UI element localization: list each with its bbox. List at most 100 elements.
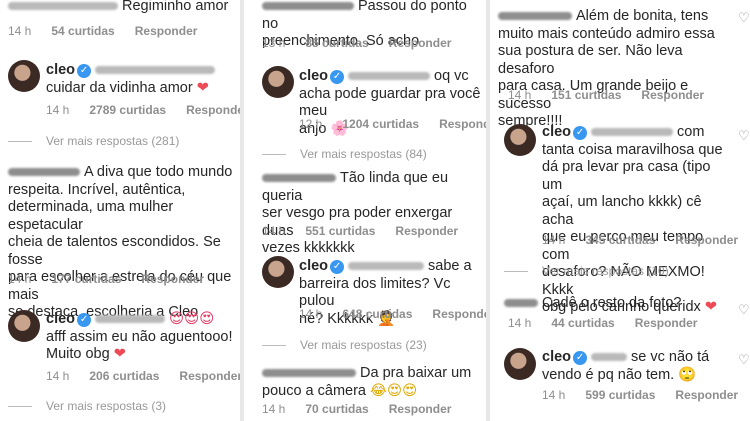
comment-time: 14 h: [262, 224, 286, 238]
blurred-username: [504, 299, 538, 308]
avatar[interactable]: [8, 310, 40, 342]
reply-comment: cleo ✓ 😍😍😍 afff assim eu não aguentooo! Mu…: [46, 311, 240, 364]
view-more-replies[interactable]: Ver mais respostas (23): [262, 338, 427, 352]
blurred-mention: [95, 315, 166, 324]
comment-text: barreira dos limites? Vc pulou: [299, 275, 451, 310]
blurred-mention: [95, 66, 216, 75]
username[interactable]: cleo: [299, 68, 328, 84]
view-more-replies[interactable]: Ver mais respostas (10): [504, 264, 669, 278]
like-heart-icon[interactable]: ♡: [738, 352, 750, 368]
comment-line: sua postura de ser. Não leva desaforo: [498, 43, 683, 77]
likes-count[interactable]: 54 curtidas: [51, 24, 114, 38]
avatar[interactable]: [262, 66, 294, 98]
reply-button[interactable]: Responder: [186, 103, 240, 117]
comment-meta: 14 h 206 curtidas Responder: [46, 369, 240, 383]
likes-count[interactable]: 648 curtidas: [342, 307, 412, 321]
likes-count[interactable]: 1204 curtidas: [342, 117, 419, 131]
view-more-label: Ver mais respostas (281): [46, 134, 180, 148]
verified-icon: ✓: [573, 351, 588, 365]
likes-count[interactable]: 551 curtidas: [305, 224, 375, 238]
comment-time: 14 h: [542, 388, 566, 402]
likes-count[interactable]: 599 curtidas: [585, 388, 655, 402]
username[interactable]: cleo: [299, 258, 328, 274]
heart-eyes-emoji: 😍😍😍: [169, 311, 215, 327]
comment: Da pra baixar um pouco a câmera 😂😍😍: [262, 365, 484, 400]
likes-count[interactable]: 70 curtidas: [305, 402, 368, 416]
comment: Cadê o resto da foto?: [504, 295, 734, 313]
reply-button[interactable]: Responder: [179, 369, 240, 383]
comment-text: afff assim eu não aguentooo!: [46, 328, 233, 345]
reply-button[interactable]: Responder: [641, 88, 704, 102]
comment-time: 14 h: [262, 402, 286, 416]
reply-button[interactable]: Responder: [675, 388, 738, 402]
likes-count[interactable]: 85 curtidas: [305, 36, 368, 50]
comment-text: vendo é pq não tem.: [542, 366, 675, 383]
reply-comment: cleo ✓ cuidar da vidinha amor ❤: [46, 62, 240, 97]
comment-meta: 14 h 44 curtidas Responder: [508, 316, 717, 330]
reply-button[interactable]: Responder: [135, 24, 198, 38]
blurred-username: [262, 2, 354, 11]
comment-time: 14 h: [46, 103, 70, 117]
username[interactable]: cleo: [542, 124, 571, 140]
likes-count[interactable]: 151 curtidas: [551, 88, 621, 102]
view-more-replies[interactable]: Ver mais respostas (3): [8, 399, 166, 413]
comment-text: sabe a: [428, 258, 472, 274]
reply-button[interactable]: Responder: [141, 272, 204, 286]
comments-column-3: Além de bonita, tens muito mais conteúdo…: [490, 0, 750, 421]
comment-time: 14 h: [508, 316, 532, 330]
username[interactable]: cleo: [46, 311, 75, 327]
likes-count[interactable]: 206 curtidas: [89, 369, 159, 383]
comment-partial: Regiminho amor: [8, 0, 238, 16]
divider-line: [504, 271, 528, 273]
view-more-replies[interactable]: Ver mais respostas (84): [262, 147, 427, 161]
avatar[interactable]: [504, 348, 536, 380]
comment-time: 13 h: [262, 36, 286, 50]
likes-count[interactable]: 345 curtidas: [585, 233, 655, 247]
reply-button[interactable]: Responder: [635, 316, 698, 330]
reply-button[interactable]: Responder: [389, 36, 452, 50]
comment: Além de bonita, tens muito mais conteúdo…: [498, 8, 734, 131]
reply-button[interactable]: Responder: [439, 117, 486, 131]
blurred-username: [498, 12, 572, 21]
likes-count[interactable]: 2789 curtidas: [89, 103, 166, 117]
laughing-emoji: 😂😍😍: [370, 382, 418, 399]
view-more-replies[interactable]: Ver mais respostas (281): [8, 134, 179, 148]
comment-line: respeita. Incrível, autêntica,: [8, 181, 186, 198]
likes-count[interactable]: 44 curtidas: [551, 316, 614, 330]
blurred-mention: [591, 353, 628, 362]
like-heart-icon[interactable]: ♡: [738, 10, 750, 26]
like-heart-icon[interactable]: ♡: [738, 302, 750, 318]
comment-line: vezes kkkkkkk: [262, 240, 355, 256]
divider-line: [8, 406, 32, 408]
verified-icon: ✓: [330, 260, 345, 274]
verified-icon: ✓: [77, 64, 92, 78]
reply-button[interactable]: Responder: [389, 402, 452, 416]
blurred-mention: [591, 128, 674, 137]
like-heart-icon[interactable]: ♡: [738, 128, 750, 144]
reply-button[interactable]: Responder: [395, 224, 458, 238]
comments-column-1: Regiminho amor 14 h 54 curtidas Responder …: [0, 0, 240, 421]
blurred-mention: [348, 72, 431, 81]
comment-line: dá pra levar pra casa (tipo um: [542, 159, 711, 193]
username[interactable]: cleo: [542, 349, 571, 365]
comment-meta: 13 h 85 curtidas Responder: [262, 36, 471, 50]
comment-line: A diva que todo mundo: [84, 164, 233, 180]
comment: A diva que todo mundo respeita. Incrível…: [8, 164, 240, 322]
avatar[interactable]: [262, 256, 294, 288]
avatar[interactable]: [504, 124, 536, 156]
avatar[interactable]: [8, 60, 40, 92]
likes-count[interactable]: 177 curtidas: [51, 272, 121, 286]
reply-button[interactable]: Responder: [432, 307, 486, 321]
view-more-label: Ver mais respostas (23): [300, 338, 427, 352]
comment-meta: 14 h 551 curtidas Responder: [262, 224, 478, 238]
comment-meta: 14 h 70 curtidas Responder: [262, 402, 471, 416]
comment-line: açaí, um lancho kkkk) cê acha: [542, 194, 702, 228]
comment-meta: 14 h 599 curtidas Responder: [542, 388, 750, 402]
reply-button[interactable]: Responder: [675, 233, 738, 247]
comment-meta: 14 h 345 curtidas Responder: [542, 233, 750, 247]
comment-line: muito mais conteúdo admiro essa: [498, 25, 715, 42]
verified-icon: ✓: [573, 126, 588, 140]
comment-text: se vc não tá: [631, 349, 710, 365]
comment-line: cheia de talentos escondidos. Se fosse: [8, 234, 221, 268]
username[interactable]: cleo: [46, 62, 75, 78]
